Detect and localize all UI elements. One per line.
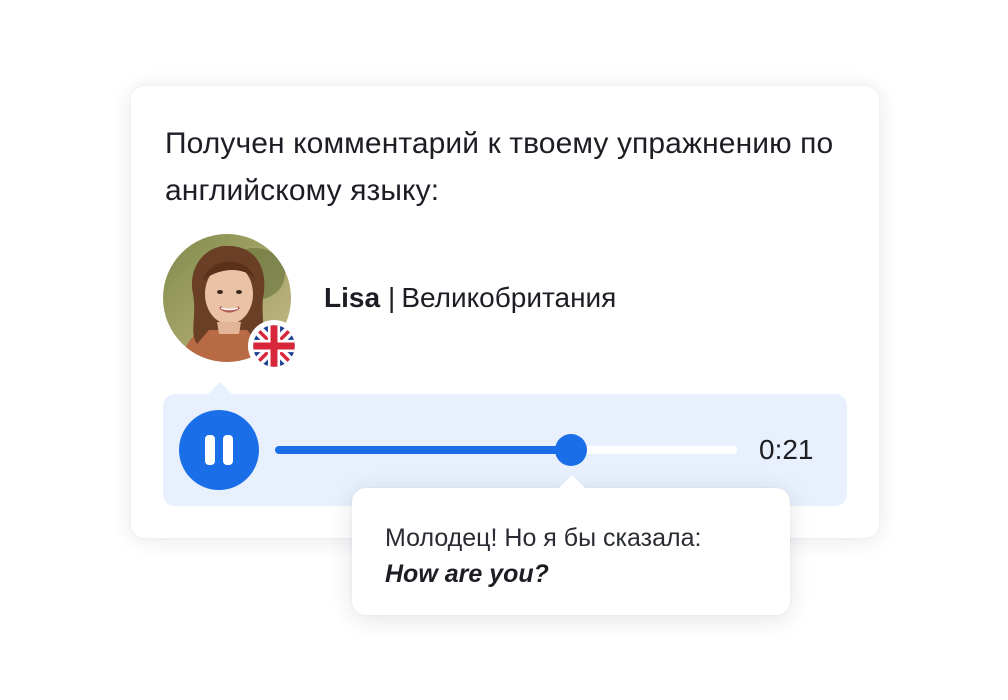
notification-heading: Получен комментарий к твоему упражнению … — [165, 127, 834, 207]
audio-time: 0:21 — [759, 434, 814, 465]
author-country: Великобритания — [401, 282, 617, 313]
comment-bubble-pointer — [558, 475, 586, 489]
audio-progress-handle[interactable] — [554, 434, 587, 466]
pause-icon — [205, 435, 233, 465]
audio-progress-fill — [275, 446, 571, 454]
comment-text: Молодец! Но я бы сказала: — [385, 524, 702, 552]
comment-bubble: Молодец! Но я бы сказала: How are you? — [352, 475, 790, 615]
audio-progress-track[interactable] — [275, 434, 737, 466]
author-name: Lisa — [324, 282, 381, 313]
comment-notification-card: Получен комментарий к твоему упражнению … — [131, 86, 879, 538]
uk-flag-icon — [248, 320, 300, 372]
pause-button[interactable] — [179, 410, 259, 490]
stage: Получен комментарий к твоему упражнению … — [0, 0, 1008, 700]
author-line: Lisa | Великобритания — [324, 280, 616, 316]
author-separator: | — [388, 282, 396, 313]
comment-phrase: How are you? — [385, 560, 549, 588]
